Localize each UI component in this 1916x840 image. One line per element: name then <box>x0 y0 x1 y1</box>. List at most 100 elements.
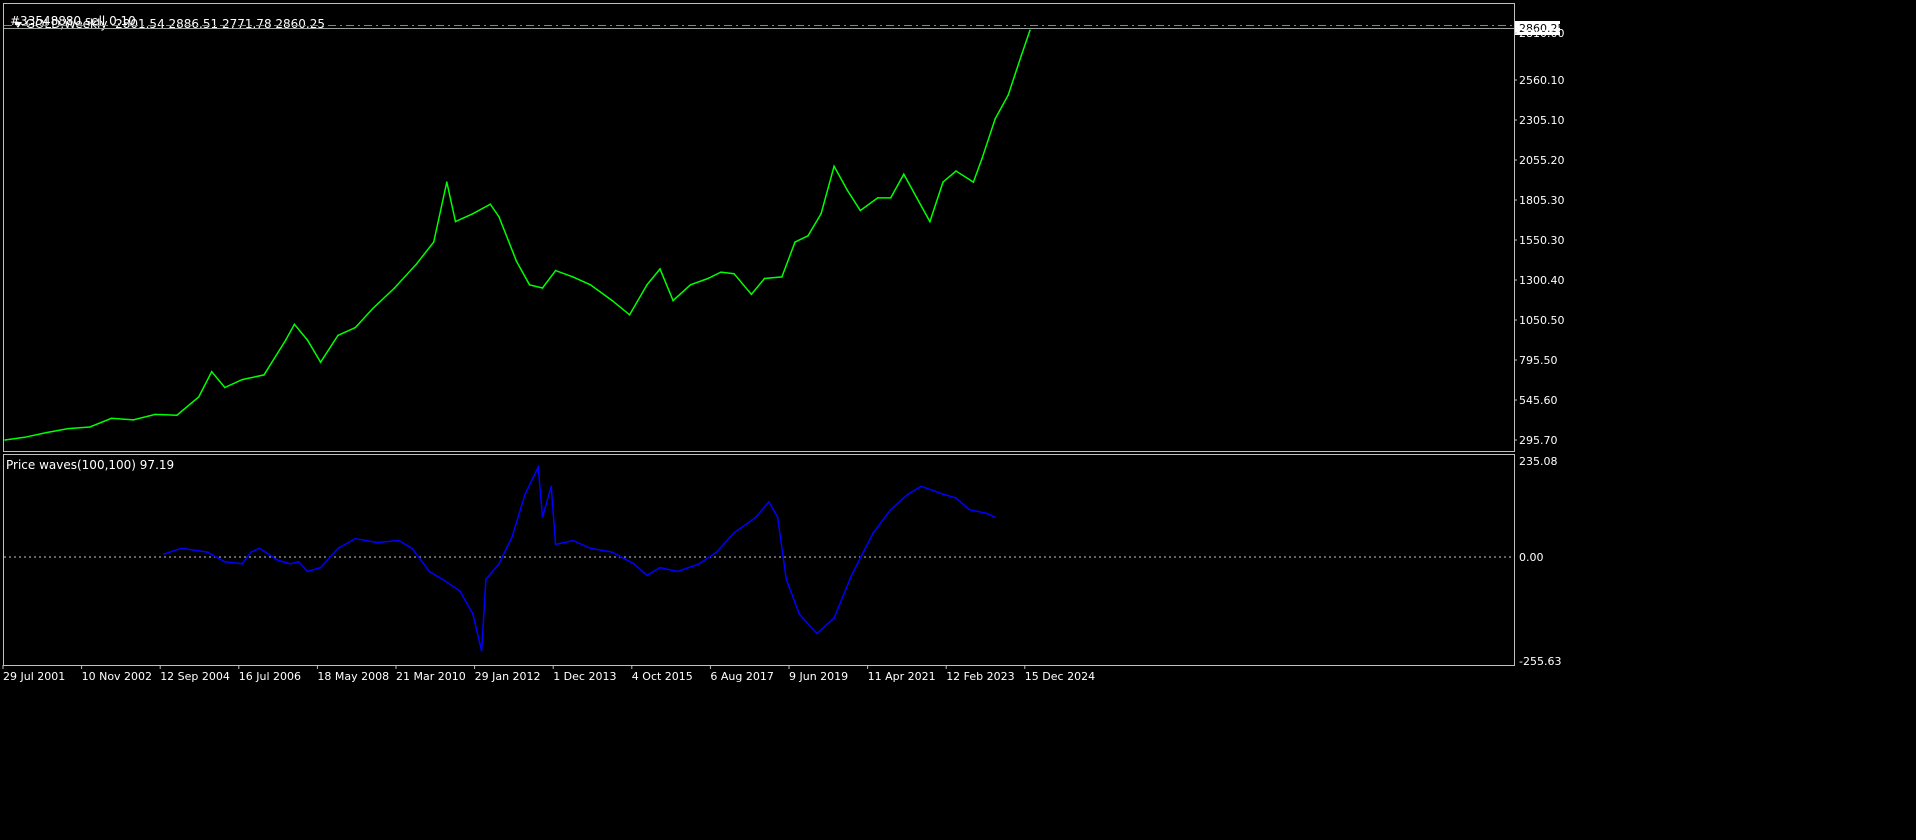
indicator-point <box>537 466 539 468</box>
indicator-point <box>907 493 909 495</box>
price-series-line <box>4 30 1031 441</box>
price-point <box>902 173 905 175</box>
price-point <box>445 181 448 183</box>
price-point <box>994 118 996 120</box>
price-point <box>393 287 396 289</box>
indicator-point <box>955 497 957 499</box>
indicator-point <box>250 551 252 553</box>
y-tick-label: 545.60 <box>1519 394 1558 407</box>
indicator-point <box>511 535 513 538</box>
price-point <box>432 241 435 243</box>
price-point <box>337 334 339 337</box>
indicator-point <box>754 516 757 519</box>
price-point <box>889 197 892 199</box>
price-point <box>4 439 6 441</box>
indicator-point <box>441 578 444 581</box>
price-point <box>1020 54 1023 57</box>
price-point <box>554 269 557 272</box>
indicator-point <box>398 539 400 542</box>
indicator-point <box>698 562 701 565</box>
price-point <box>981 157 983 160</box>
indicator-point <box>306 570 309 573</box>
price-point <box>972 181 975 183</box>
indicator-point <box>180 547 183 550</box>
y-tick-label: 1300.40 <box>1519 274 1565 287</box>
price-point <box>689 283 692 286</box>
price-point <box>820 212 822 215</box>
x-tick-label: 18 May 2008 <box>317 670 389 683</box>
price-point <box>472 212 474 215</box>
price-point <box>628 314 631 316</box>
price-point <box>223 386 226 389</box>
y-tick-label: 1805.30 <box>1519 194 1565 207</box>
y-tick-label: 795.50 <box>1519 354 1558 367</box>
x-tick-label: 12 Sep 2004 <box>160 670 230 683</box>
indicator-point <box>798 613 801 615</box>
indicator-point <box>572 539 574 542</box>
indicator-point <box>319 566 322 569</box>
price-point <box>955 170 957 172</box>
indicator-point <box>428 570 431 573</box>
x-tick-label: 29 Jan 2012 <box>475 670 541 683</box>
y-tick-label: 2055.20 <box>1519 154 1565 167</box>
price-point <box>750 293 753 296</box>
indicator-point <box>872 531 875 534</box>
indicator-point <box>485 578 487 581</box>
price-point <box>781 276 783 278</box>
price-point <box>515 260 518 262</box>
indicator-point <box>785 578 788 581</box>
indicator-point <box>589 547 592 550</box>
indicator-point <box>733 531 735 534</box>
price-point <box>572 276 574 278</box>
price-point <box>1007 94 1010 96</box>
price-point <box>210 370 213 373</box>
x-tick-label: 6 Aug 2017 <box>710 670 773 683</box>
price-point <box>807 234 809 237</box>
y-tick-label: 2810.00 <box>1519 27 1565 40</box>
price-point <box>110 417 113 420</box>
indicator-point <box>942 493 944 495</box>
y-tick-label: 1050.50 <box>1519 314 1565 327</box>
indicator-point <box>659 566 661 569</box>
main-price-series-group <box>4 29 1031 441</box>
price-point <box>132 419 135 421</box>
indicator-point <box>550 485 553 488</box>
price-point <box>659 268 661 270</box>
indicator-point <box>241 562 244 565</box>
price-point <box>371 307 374 310</box>
chart-canvas[interactable]: 2860.252810.002560.102305.102055.201805.… <box>0 0 1916 840</box>
indicator-point <box>459 590 461 592</box>
indicator-point <box>411 547 413 550</box>
x-tick-label: 16 Jul 2006 <box>239 670 301 683</box>
y-tick-label: 1550.30 <box>1519 234 1565 247</box>
price-point <box>176 414 178 416</box>
indicator-point <box>889 508 892 511</box>
indicator-pane-frame <box>3 454 1515 666</box>
indicator-point <box>376 541 378 544</box>
price-point <box>859 209 862 212</box>
price-point <box>707 277 709 280</box>
y-tick-label: 2305.10 <box>1519 114 1565 127</box>
x-tick-label: 9 Jun 2019 <box>789 670 848 683</box>
indicator-point <box>524 493 526 495</box>
price-point <box>89 426 91 428</box>
indicator-point <box>715 551 718 553</box>
x-tick-label: 11 Apr 2021 <box>868 670 936 683</box>
x-tick-label: 21 Mar 2010 <box>396 670 466 683</box>
price-point <box>67 427 69 430</box>
indicator-point <box>480 650 483 652</box>
indicator-point <box>985 512 988 515</box>
x-tick-label: 4 Oct 2015 <box>632 670 693 683</box>
indicator-point <box>223 561 226 563</box>
x-tick-label: 12 Feb 2023 <box>946 670 1014 683</box>
price-point <box>45 431 48 434</box>
indicator-y-tick-label: 235.08 <box>1519 455 1558 468</box>
indicator-y-tick-label: 0.00 <box>1519 551 1544 564</box>
price-point <box>763 277 766 280</box>
price-point <box>794 241 796 243</box>
indicator-point <box>633 562 635 565</box>
x-tick-label: 10 Nov 2002 <box>82 670 152 683</box>
price-point <box>498 216 500 218</box>
price-point <box>1029 29 1031 32</box>
x-tick-label: 29 Jul 2001 <box>3 670 65 683</box>
